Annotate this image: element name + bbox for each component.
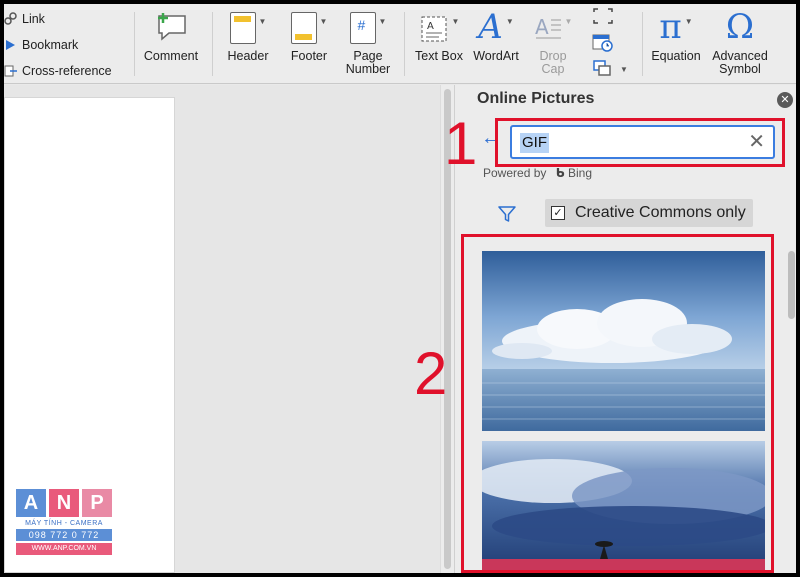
comment-button[interactable]: Comment (142, 8, 200, 63)
ribbon-separator (212, 12, 213, 76)
comment-icon (154, 8, 188, 44)
creative-commons-filter[interactable]: ✓ Creative Commons only (545, 199, 753, 227)
watermark-letter: A (16, 489, 46, 517)
cross-reference-label: Cross-reference (22, 64, 112, 78)
chevron-down-icon: ▼ (258, 17, 267, 26)
object-icon[interactable] (592, 59, 614, 77)
creative-commons-checkbox[interactable]: ✓ (551, 206, 565, 220)
page-number-button[interactable]: # ▼ Page Number (340, 8, 396, 76)
drop-cap-button: A ▼ Drop Cap (530, 8, 576, 76)
creative-commons-label: Creative Commons only (575, 204, 746, 221)
text-box-icon: A (421, 16, 447, 42)
cross-reference-icon (4, 64, 18, 78)
watermark-site: WWW.ANP.COM.VN (16, 543, 112, 555)
pi-icon: π (659, 7, 682, 47)
page-number-glyph: # (357, 17, 366, 33)
bookmark-icon (4, 38, 18, 52)
wordart-button[interactable]: A ▼ WordArt (468, 8, 524, 63)
link-icon (4, 12, 18, 26)
ribbon-separator (642, 12, 643, 76)
watermark-letter: N (49, 489, 79, 517)
bookmark-label: Bookmark (22, 38, 79, 52)
wordart-label: WordArt (473, 49, 519, 63)
advanced-symbol-button[interactable]: Ω Advanced Symbol (708, 8, 772, 76)
watermark-tagline: MÁY TÍNH - CAMERA (25, 520, 103, 527)
footer-icon (290, 12, 317, 44)
powered-by: Powered by ᑲ Bing (483, 166, 592, 180)
comment-label: Comment (143, 49, 199, 63)
chevron-down-icon: ▼ (684, 17, 693, 26)
date-time-icon[interactable] (592, 33, 614, 53)
page-number-label: Page Number (345, 49, 391, 76)
bookmark-button[interactable]: Bookmark (4, 32, 134, 58)
chevron-down-icon: ▼ (505, 17, 514, 26)
annotation-number-two: 2 (414, 340, 448, 407)
chevron-down-icon: ▼ (319, 17, 328, 26)
svg-text:A: A (427, 21, 434, 32)
drop-cap-icon: A (535, 15, 561, 39)
bing-label: Bing (567, 166, 593, 180)
powered-by-label: Powered by (483, 166, 547, 180)
annotation-number-one: 1 (444, 110, 478, 177)
equation-label: Equation (651, 49, 701, 63)
scrollbar-thumb[interactable] (788, 251, 795, 319)
header-label: Header (227, 49, 269, 63)
link-button[interactable]: Link (4, 6, 134, 32)
insert-objects-group: ▼ (592, 7, 632, 79)
ribbon-separator (404, 12, 405, 76)
bing-logo-icon: ᑲ (555, 166, 565, 180)
close-icon[interactable]: ✕ (777, 92, 793, 108)
header-icon (229, 12, 256, 44)
footer-button[interactable]: ▼ Footer (282, 8, 336, 63)
annotation-box-results (461, 234, 774, 573)
advanced-symbol-label: Advanced Symbol (712, 49, 768, 76)
text-box-label: Text Box (415, 49, 463, 63)
app-window: Link Bookmark Cross-reference Comment ▼ … (4, 4, 796, 573)
equation-button[interactable]: π ▼ Equation (650, 8, 702, 63)
watermark-letter: P (82, 489, 112, 517)
annotation-box-search (495, 118, 785, 167)
drop-cap-label: Drop Cap (539, 49, 567, 76)
footer-label: Footer (290, 49, 328, 63)
filter-icon[interactable] (497, 204, 517, 224)
links-group: Link Bookmark Cross-reference (4, 6, 134, 84)
omega-icon: Ω (725, 7, 755, 47)
watermark-phone: 098 772 0 772 (16, 529, 112, 541)
text-box-button[interactable]: A ▼ Text Box (412, 8, 466, 63)
insert-ribbon: Link Bookmark Cross-reference Comment ▼ … (4, 4, 796, 84)
svg-text:A: A (535, 15, 549, 39)
link-label: Link (22, 12, 45, 26)
page-number-icon: # (349, 12, 376, 44)
pane-title: Online Pictures (477, 90, 595, 107)
chevron-down-icon: ▼ (564, 17, 573, 26)
cross-reference-button[interactable]: Cross-reference (4, 58, 134, 84)
chevron-down-icon: ▼ (620, 65, 628, 74)
chevron-down-icon: ▼ (451, 17, 460, 26)
screenshot-icon[interactable] (592, 7, 614, 25)
wordart-icon: A (478, 7, 503, 47)
ribbon-separator (134, 12, 135, 76)
header-button[interactable]: ▼ Header (222, 8, 274, 63)
anp-watermark-logo: A N P MÁY TÍNH - CAMERA 098 772 0 772 WW… (16, 489, 112, 555)
pane-scrollbar[interactable] (786, 245, 796, 573)
chevron-down-icon: ▼ (378, 17, 387, 26)
